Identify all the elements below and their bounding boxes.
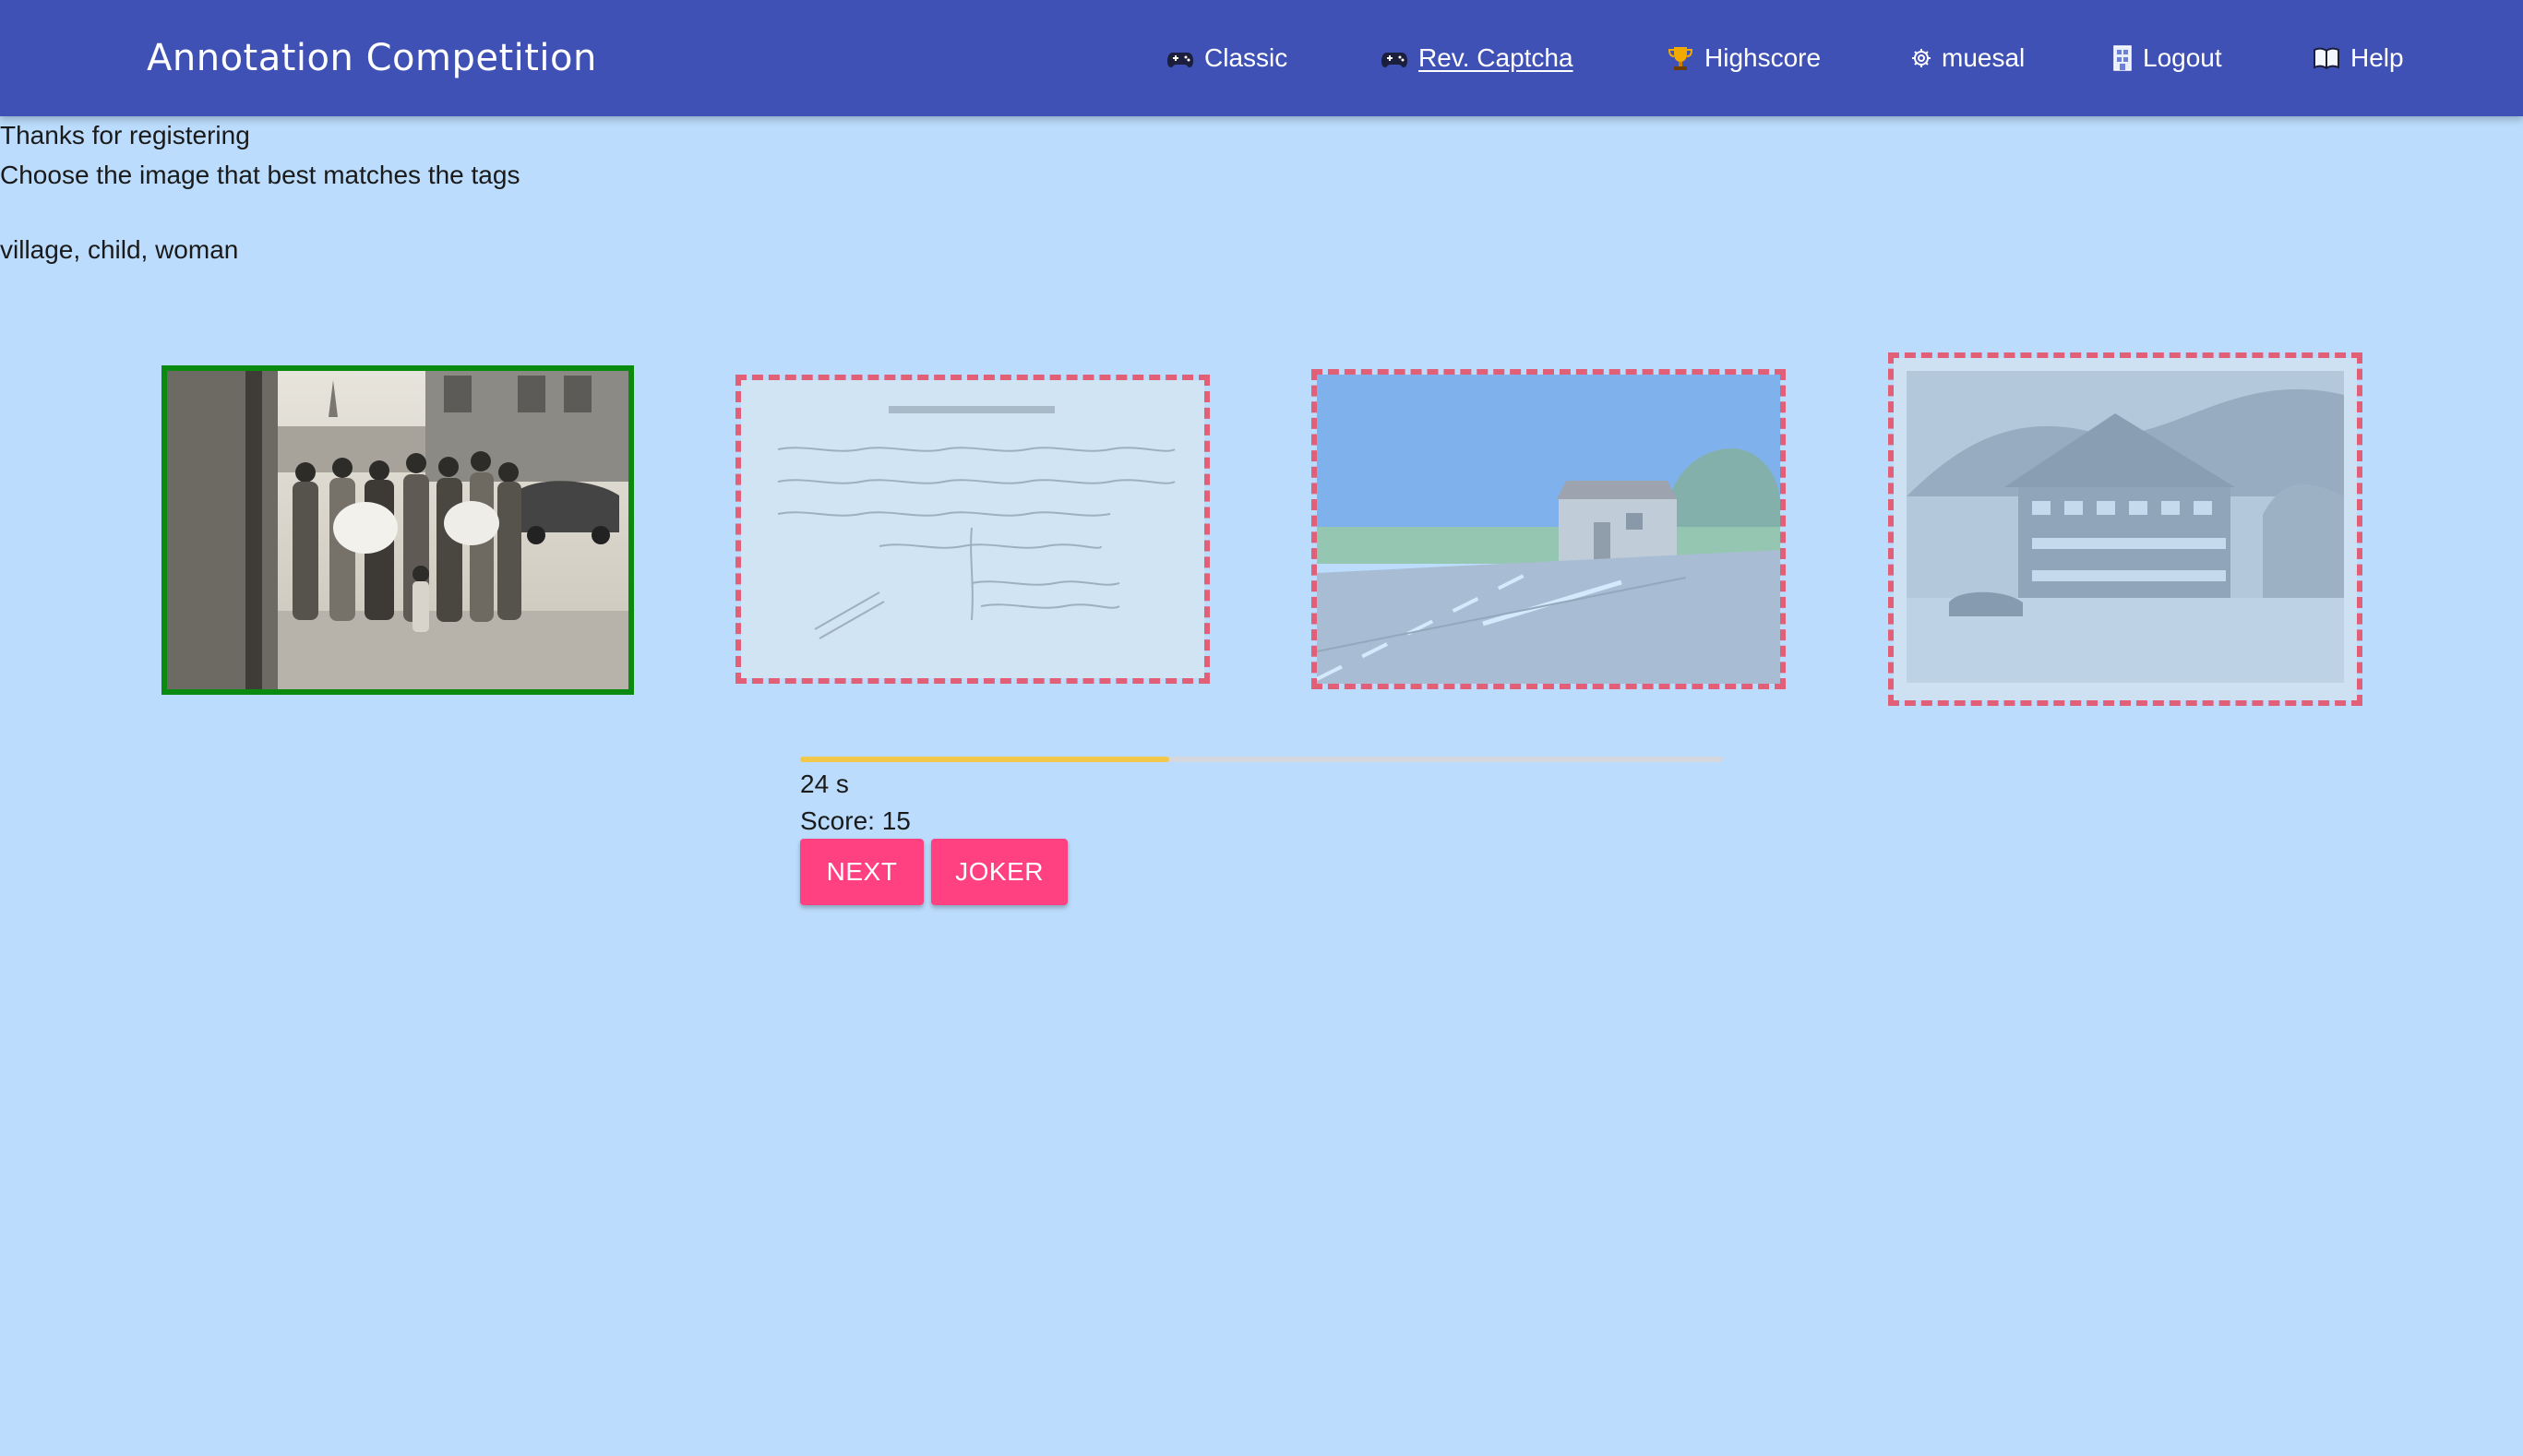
handwritten-document (741, 380, 1204, 678)
tags-text: village, child, woman (0, 235, 239, 264)
nav-label: Highscore (1704, 43, 1822, 72)
nav-logout[interactable]: Logout (2111, 39, 2222, 78)
nav-label: muesal (1942, 43, 2026, 72)
time-progress-bar (800, 757, 1723, 762)
image-choice-family-group[interactable] (161, 365, 634, 695)
logout-icon (2111, 43, 2134, 73)
nav-highscore[interactable]: Highscore (1666, 39, 1821, 78)
nav-label: Rev. Captcha (1418, 43, 1573, 72)
gamepad-icon (1380, 43, 1409, 73)
nav-label: Help (2350, 43, 2404, 72)
gamepad-icon (1166, 43, 1195, 73)
nav-rev-captcha[interactable]: Rev. Captcha (1380, 39, 1573, 78)
family-group-photo (167, 371, 628, 689)
registration-message: Thanks for registering (0, 121, 250, 149)
joker-button[interactable]: JOKER (931, 839, 1068, 905)
roadside-house-photo (1317, 375, 1780, 684)
score-text: Score: 15 (800, 806, 911, 835)
nav-classic[interactable]: Classic (1166, 39, 1287, 78)
gear-icon (1910, 47, 1932, 69)
nav-label: Logout (2143, 43, 2222, 72)
book-icon (2312, 43, 2341, 73)
nav-label: Classic (1204, 43, 1288, 72)
trophy-icon (1666, 43, 1695, 73)
chalet-postcard (1894, 358, 2357, 700)
nav-help[interactable]: Help (2312, 39, 2404, 78)
image-choice-document[interactable] (735, 375, 1210, 684)
instruction-text: Choose the image that best matches the t… (0, 161, 520, 189)
time-progress-fill (800, 757, 1169, 762)
next-button[interactable]: NEXT (800, 839, 924, 905)
image-choice-chalet-postcard[interactable] (1888, 352, 2362, 706)
app-bar: Annotation Competition Classic Rev. Capt… (0, 0, 2523, 116)
app-title: Annotation Competition (147, 37, 597, 79)
image-choice-roadside-house[interactable] (1311, 369, 1786, 689)
nav-user-muesal[interactable]: muesal (1910, 39, 2025, 78)
timer-text: 24 s (800, 770, 849, 798)
